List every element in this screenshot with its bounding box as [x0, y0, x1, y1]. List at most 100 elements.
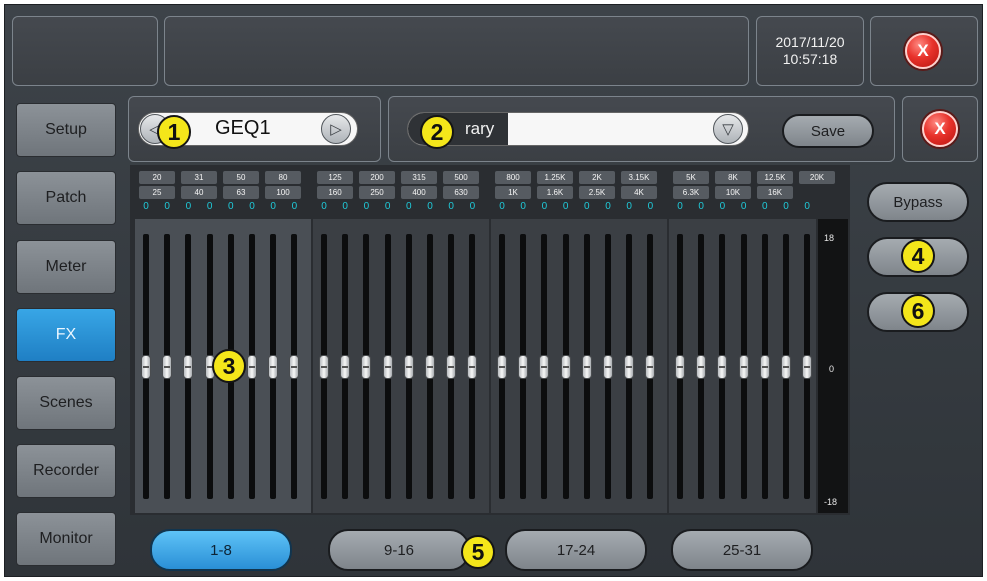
freq-label-row2: 40: [181, 186, 217, 199]
fader-knob[interactable]: [717, 354, 728, 379]
freq-label-row2: 250: [359, 186, 395, 199]
save-button[interactable]: Save: [782, 114, 874, 148]
gain-readout: 0: [384, 201, 391, 212]
freq-label-row1: 200: [359, 171, 395, 184]
freq-label-row2: 6.3K: [673, 186, 709, 199]
gain-readout: 0: [719, 201, 726, 212]
callout-5: 5: [461, 535, 495, 569]
fader-knob[interactable]: [319, 354, 329, 379]
fader-knob[interactable]: [539, 354, 550, 379]
gain-readout: 0: [406, 201, 412, 212]
fader-knob[interactable]: [361, 354, 372, 379]
nav-scenes-button[interactable]: Scenes: [16, 376, 116, 430]
fader-knob[interactable]: [467, 354, 478, 379]
scale-min-label: -18: [824, 497, 838, 507]
fader-knob[interactable]: [268, 354, 279, 379]
library-label: rary: [465, 119, 495, 138]
fader-knob[interactable]: [247, 354, 257, 379]
nav-patch-button[interactable]: Patch: [16, 171, 116, 225]
nav-meter-button[interactable]: Meter: [16, 240, 116, 294]
nav-setup-button[interactable]: Setup: [16, 103, 116, 157]
callout-3: 3: [212, 349, 246, 383]
gain-readout: 0: [164, 201, 170, 212]
bypass-button[interactable]: Bypass: [867, 182, 969, 222]
fader-knob[interactable]: [675, 354, 685, 379]
fader-knob[interactable]: [581, 354, 592, 379]
gain-readout: 0: [321, 201, 327, 212]
header-close-button[interactable]: X: [905, 33, 941, 69]
gain-readout: 0: [469, 201, 476, 212]
clock-date: 2017/11/20: [775, 34, 845, 50]
mixer-window: 2017/11/20 10:57:18 X Setup Patch Meter FX S…: [4, 4, 983, 577]
gain-readout: 0: [647, 201, 654, 212]
fader-knob[interactable]: [183, 354, 194, 379]
scale-mid-label: 0: [829, 364, 835, 374]
freq-label-row1: 800: [495, 171, 531, 184]
fader-knob[interactable]: [759, 354, 770, 379]
freq-label-row2: 1K: [495, 186, 531, 199]
freq-label-row2: 25: [139, 186, 175, 199]
fader-knob[interactable]: [696, 354, 707, 379]
library-dropdown-button[interactable]: ▽: [713, 114, 743, 144]
triangle-down-icon: ▽: [722, 121, 734, 138]
gain-readout: 0: [677, 201, 683, 212]
fader-knob[interactable]: [289, 354, 300, 379]
gain-readout: 0: [342, 201, 348, 212]
fader-knob[interactable]: [162, 354, 173, 379]
freq-label-row1: 31: [181, 171, 217, 184]
freq-label-row2: 1.6K: [537, 186, 573, 199]
gain-readout: 0: [228, 201, 234, 212]
fader-knob[interactable]: [645, 354, 656, 379]
freq-label-row1: 12.5K: [757, 171, 793, 184]
header-title-panel: [164, 16, 749, 86]
fader-knob[interactable]: [382, 354, 393, 379]
nav-monitor-button[interactable]: Monitor: [16, 512, 116, 566]
fader-knob[interactable]: [141, 354, 151, 379]
fader-knob[interactable]: [603, 354, 613, 379]
page-tab-25-31[interactable]: 25-31: [671, 529, 813, 571]
freq-label-row1: 20K: [799, 171, 835, 184]
fader-knob[interactable]: [738, 354, 749, 379]
freq-label-row2: 100: [265, 186, 301, 199]
freq-label-row1: 2K: [579, 171, 615, 184]
gain-readout: 0: [584, 201, 590, 212]
gain-readout: 0: [270, 201, 276, 212]
gain-readout: 0: [740, 201, 747, 212]
fader-knob[interactable]: [781, 354, 791, 379]
library-close-button[interactable]: X: [922, 111, 958, 147]
freq-label-row2: 400: [401, 186, 437, 199]
freq-label-row1: 125: [317, 171, 353, 184]
fader-knob[interactable]: [560, 354, 571, 379]
freq-label-row2: 160: [317, 186, 353, 199]
fader-knob[interactable]: [624, 354, 635, 379]
gain-readout: 0: [783, 201, 789, 212]
freq-label-row1: 80: [265, 171, 301, 184]
nav-fx-button[interactable]: FX: [16, 308, 116, 362]
gain-readout: 0: [291, 201, 298, 212]
gain-readout: 0: [605, 201, 611, 212]
freq-label-row2: 630: [443, 186, 479, 199]
gain-readout: 0: [541, 201, 548, 212]
freq-label-row1: 3.15K: [621, 171, 657, 184]
callout-2: 2: [420, 115, 454, 149]
page-tab-1-8[interactable]: 1-8: [150, 529, 292, 571]
page-tab-9-16[interactable]: 9-16: [328, 529, 470, 571]
clock-panel: 2017/11/20 10:57:18: [756, 16, 864, 86]
fx-next-button[interactable]: ▷: [321, 114, 351, 144]
fader-knob[interactable]: [446, 354, 457, 379]
gain-readout: 0: [520, 201, 526, 212]
gain-readout: 0: [427, 201, 433, 212]
page-tab-17-24[interactable]: 17-24: [505, 529, 647, 571]
fader-knob[interactable]: [518, 354, 529, 379]
fader-knob[interactable]: [340, 354, 351, 379]
freq-label-row2: 10K: [715, 186, 751, 199]
fader-knob[interactable]: [425, 354, 435, 379]
gain-readout: 0: [626, 201, 632, 212]
freq-label-row1: 50: [223, 171, 259, 184]
library-field[interactable]: rary: [407, 112, 749, 146]
freq-label-row1: 500: [443, 171, 479, 184]
fader-knob[interactable]: [497, 354, 507, 379]
nav-recorder-button[interactable]: Recorder: [16, 444, 116, 498]
fader-knob[interactable]: [403, 354, 414, 379]
fader-knob[interactable]: [802, 354, 813, 379]
